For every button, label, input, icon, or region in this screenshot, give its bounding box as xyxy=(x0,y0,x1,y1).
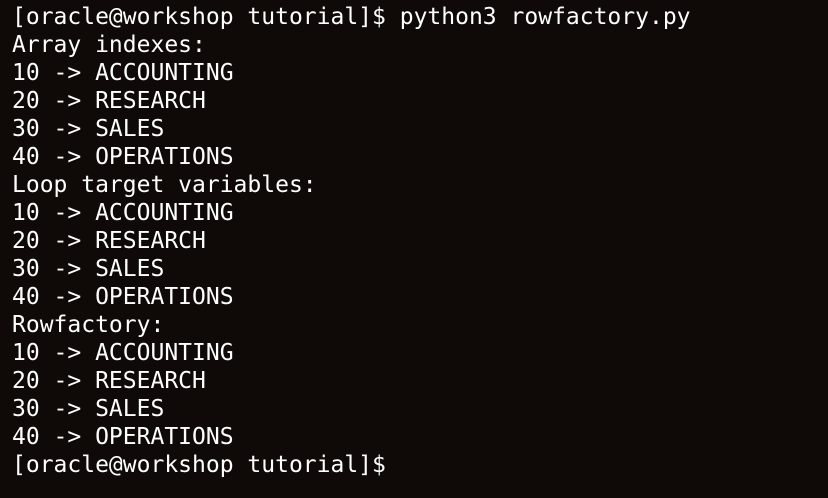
command-prompt-line: [oracle@workshop tutorial]$ python3 rowf… xyxy=(12,4,691,30)
terminal-window[interactable]: [oracle@workshop tutorial]$ python3 rowf… xyxy=(0,0,828,498)
output-line: 30 -> SALES xyxy=(12,256,165,282)
output-line: 30 -> SALES xyxy=(12,396,165,422)
output-line: 20 -> RESEARCH xyxy=(12,368,206,394)
output-line: 40 -> OPERATIONS xyxy=(12,424,234,450)
output-line: 10 -> ACCOUNTING xyxy=(12,200,234,226)
section-header-rowfactory: Rowfactory: xyxy=(12,312,165,338)
output-line: 30 -> SALES xyxy=(12,116,165,142)
output-line: 10 -> ACCOUNTING xyxy=(12,60,234,86)
output-line: 40 -> OPERATIONS xyxy=(12,144,234,170)
terminal-output: [oracle@workshop tutorial]$ python3 rowf… xyxy=(12,3,691,479)
shell-prompt[interactable]: [oracle@workshop tutorial]$ xyxy=(12,451,691,479)
section-header-loop-target-variables: Loop target variables: xyxy=(12,172,317,198)
output-line: 40 -> OPERATIONS xyxy=(12,284,234,310)
output-line: 10 -> ACCOUNTING xyxy=(12,340,234,366)
section-header-array-indexes: Array indexes: xyxy=(12,32,206,58)
output-line: 20 -> RESEARCH xyxy=(12,88,206,114)
output-line: 20 -> RESEARCH xyxy=(12,228,206,254)
